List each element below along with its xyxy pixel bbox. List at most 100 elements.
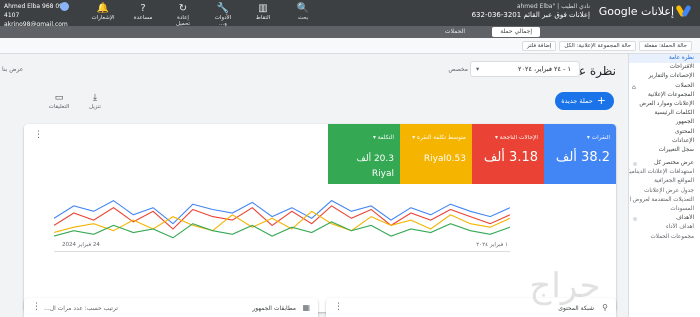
tools-button[interactable]: 🔧 الأدوات و... xyxy=(210,3,236,27)
sidebar-item-label: مجموعات الحملات xyxy=(650,233,694,240)
sidebar-item[interactable]: الإعدادات xyxy=(629,137,700,146)
more-options-icon[interactable]: ⋮ xyxy=(34,130,43,140)
tools-icon: 🔧 xyxy=(216,3,230,14)
sidebar-item[interactable]: استهدافات الإعلانات الديناميكية xyxy=(629,168,700,177)
sidebar-item-label: المجموعات الإعلانية xyxy=(648,91,694,98)
comment-icon: ▭ xyxy=(54,93,64,103)
sidebar-item-label: نظرة عامة xyxy=(669,55,694,61)
sidebar-item[interactable]: مجموعات الحملات xyxy=(629,233,700,242)
metric-tile[interactable]: التكلفة 20.3 ألف Riyal xyxy=(328,124,400,184)
home-icon: ⌂ xyxy=(632,83,636,91)
google-ads-icon xyxy=(675,4,692,18)
performance-chart xyxy=(54,190,510,252)
sidebar-item-label: الإعلانات وموارد العرض xyxy=(639,100,694,107)
filter-chips: حالة الحملة: مفعلة حالة المجموعة الإعلاني… xyxy=(521,41,692,51)
search-button[interactable]: 🔍 بحث xyxy=(290,3,316,27)
sidebar-item[interactable]: الاقتراحات xyxy=(629,63,700,72)
sidebar-item[interactable]: الحملات ⌂ xyxy=(629,82,700,91)
refresh-button[interactable]: ↻ إعادة تحميل xyxy=(170,3,196,27)
sidebar-item[interactable]: الإحصاءات والتقارير xyxy=(629,72,700,81)
sidebar-item-label: المواقع الجغرافية xyxy=(654,178,694,185)
new-campaign-label: حملة جديدة xyxy=(561,97,593,105)
help-icon: ? xyxy=(140,3,146,14)
sidebar-item[interactable]: سجل التغييرات xyxy=(629,146,700,155)
metric-tiles: النقرات 38.2 ألف الإحالات الناجحة 3.18 ألف م… xyxy=(328,124,616,184)
user-account[interactable]: Ahmed Elba 968 092 4107 akrino98@gmail.c… xyxy=(0,0,69,29)
sidebar-item[interactable]: أهداف الأداء xyxy=(629,223,700,232)
sidebar-item[interactable]: جدول عرض الإعلانات xyxy=(629,187,700,196)
audience-card: ▦ مطابقات الجمهور ترتيب حسب: عدد مرات ال… xyxy=(24,298,318,317)
plus-icon: + xyxy=(596,94,606,107)
sort-selector[interactable]: ترتيب حسب: عدد مرات ال... xyxy=(44,305,118,312)
more-options-icon[interactable]: ⋮ xyxy=(32,302,41,312)
annotations-button[interactable]: ▭ التعليقات xyxy=(44,92,74,110)
view-as-label[interactable]: عرض بنا xyxy=(2,66,23,73)
user-name: Ahmed Elba 968 092 4107 xyxy=(4,3,67,19)
metric-tile[interactable]: النقرات 38.2 ألف xyxy=(544,124,616,184)
x-axis-start-label: ١ فبراير ٢٠٢٤ xyxy=(476,242,508,248)
date-range-selector[interactable]: ١ - ٢٤ فبراير، ٢٠٢٤ ▾ xyxy=(470,61,580,77)
sidebar-item-label: عرض مختصر كل xyxy=(654,160,694,167)
help-button[interactable]: ? مساعدة xyxy=(130,3,156,27)
search-icon: 🔍 xyxy=(296,3,310,14)
tool-label: بحث xyxy=(297,15,309,21)
sidebar-item-label: الأهداف xyxy=(676,215,694,222)
metric-label: الإحالات الناجحة xyxy=(478,134,538,142)
sidebar-item-label: المحتوى xyxy=(674,128,694,135)
campaign-picker-row: إجمالي حملة الحملات xyxy=(0,26,700,38)
refresh-icon: ↻ xyxy=(178,3,188,14)
tool-label: الإشعارات xyxy=(91,15,115,21)
bell-button[interactable]: 🔔 الإشعارات xyxy=(90,3,116,27)
sidebar-item[interactable]: الكلمات الرئيسية xyxy=(629,109,700,118)
x-axis-end-label: 24 فبراير 2024 xyxy=(62,242,100,248)
sidebar-item[interactable]: المجموعات الإعلانية xyxy=(629,91,700,100)
sidebar-item[interactable]: نظرة عامة xyxy=(629,54,700,64)
metric-label: متوسط تكلفة النقرة xyxy=(406,134,466,142)
sidebar-item-label: الإعدادات xyxy=(672,137,694,144)
sidebar-item-label: الإحصاءات والتقارير xyxy=(648,73,694,80)
account-name: نادي الطيب | "ahmed Elba xyxy=(516,3,590,10)
top-app-bar: إعلانات Google نادي الطيب | "ahmed Elba … xyxy=(0,0,700,38)
sidebar-item[interactable]: المواقع الجغرافية xyxy=(629,177,700,186)
avatar[interactable] xyxy=(60,2,69,11)
sidebar-item[interactable]: التعديلات المتقدمة لعروض الأسعار xyxy=(629,196,700,205)
metric-tile[interactable]: الإحالات الناجحة 3.18 ألف xyxy=(472,124,544,184)
series-line-3 xyxy=(54,221,510,239)
bell-icon: 🔔 xyxy=(96,3,110,14)
annotations-label: التعليقات xyxy=(48,104,70,110)
filter-chip[interactable]: حالة المجموعة الإعلانية: الكل xyxy=(559,41,637,51)
sidebar-item[interactable]: المحتوى xyxy=(629,128,700,137)
campaign-chip[interactable]: إجمالي حملة xyxy=(492,27,540,37)
account-info[interactable]: نادي الطيب | "ahmed Elba إعلانات فوق عبر… xyxy=(472,3,590,19)
page-menu: نظرة عامة الاقتراحات الإحصاءات والتقارير ال… xyxy=(628,54,700,317)
metric-label: النقرات xyxy=(550,134,610,142)
sidebar-item-label: الكلمات الرئيسية xyxy=(654,110,694,117)
more-options-icon[interactable]: ⋮ xyxy=(334,302,343,312)
date-preset[interactable]: مخصص xyxy=(448,66,468,73)
chart-icon: ▥ xyxy=(258,3,268,14)
tool-label: التقاط xyxy=(255,15,271,21)
sidebar-item-label: التعديلات المتقدمة لعروض الأسعار xyxy=(629,196,694,203)
sidebar-item[interactable]: المسودات xyxy=(629,205,700,214)
account-id: إعلانات فوق عبر القائم 3201-036-632 xyxy=(471,11,590,19)
metric-tile[interactable]: متوسط تكلفة النقرة Riyal0.53 xyxy=(400,124,472,184)
sidebar-item-label: الاقتراحات xyxy=(669,64,694,71)
sidebar-item[interactable]: الأهداف xyxy=(629,214,700,223)
google-ads-logo[interactable]: إعلانات Google xyxy=(599,4,692,18)
metric-value: 38.2 ألف xyxy=(555,150,610,165)
filter-bar: حالة الحملة: مفعلة حالة المجموعة الإعلاني… xyxy=(0,38,700,54)
sidebar-item[interactable]: عرض مختصر كل xyxy=(629,159,700,168)
metric-value: 20.3 ألف Riyal xyxy=(356,154,394,179)
new-campaign-button[interactable]: + حملة جديدة xyxy=(555,92,614,110)
campaigns-link[interactable]: الحملات xyxy=(445,27,465,37)
tool-label: مساعدة xyxy=(133,15,153,21)
download-button[interactable]: ⤓ تنزيل xyxy=(80,92,110,110)
sidebar-item[interactable]: الإعلانات وموارد العرض xyxy=(629,100,700,109)
chart-button[interactable]: ▥ التقاط xyxy=(250,3,276,27)
date-range-value: ١ - ٢٤ فبراير، ٢٠٢٤ xyxy=(517,65,571,73)
filter-chip[interactable]: إضافة فلتر xyxy=(521,41,557,51)
performance-chart-svg xyxy=(54,199,510,252)
sidebar-item[interactable]: الجمهور xyxy=(629,118,700,127)
filter-chip[interactable]: حالة الحملة: مفعلة xyxy=(639,41,692,51)
download-label: تنزيل xyxy=(89,104,101,110)
